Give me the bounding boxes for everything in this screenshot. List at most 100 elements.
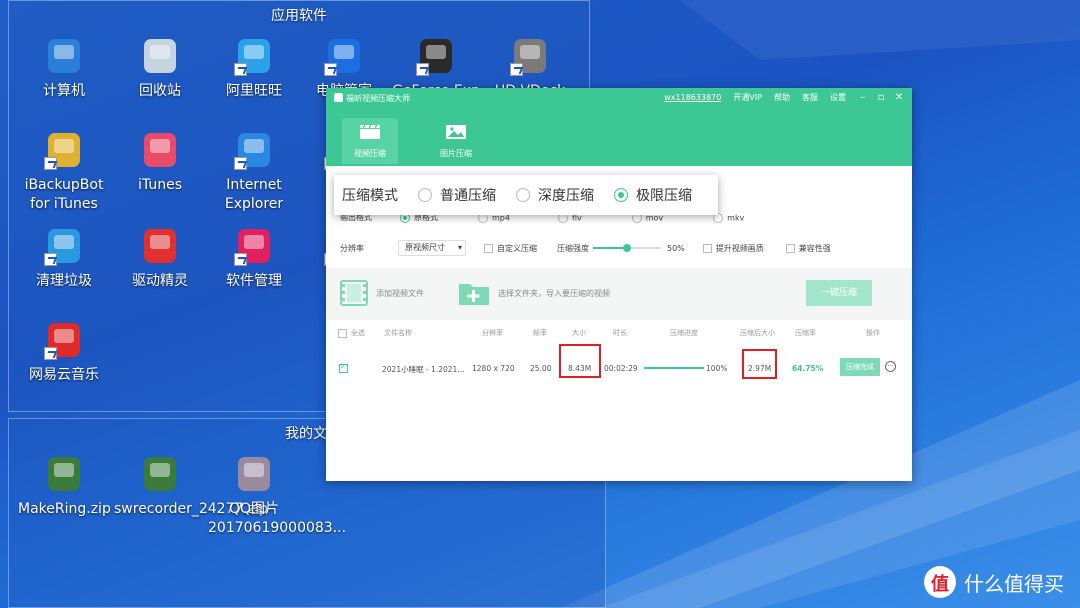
software-manager-icon: [234, 226, 274, 266]
mode-option-extreme[interactable]: 极限压缩: [614, 185, 692, 205]
nav-help[interactable]: 帮助: [774, 92, 790, 103]
nav-service[interactable]: 客服: [802, 92, 818, 103]
desktop-icon-itunes[interactable]: iTunes: [114, 130, 206, 195]
strength-slider-fill: [593, 247, 627, 249]
compress-mode-label: 压缩模式: [342, 188, 398, 204]
mode-option-normal[interactable]: 普通压缩: [418, 185, 496, 205]
fence-apps-title: 应用软件: [271, 8, 327, 24]
desktop-icon-label: iTunes: [138, 177, 182, 193]
tab-image-compress[interactable]: 图片压缩: [428, 118, 484, 164]
header-fps: 帧率: [533, 329, 547, 337]
desktop-icon-label: 阿里旺旺: [226, 83, 282, 99]
shortcut-arrow-icon: [234, 157, 247, 170]
enhance-quality-label: 提升视频画质: [715, 243, 764, 253]
highlight-original-size: [559, 344, 601, 378]
desktop-icon-label: 软件管理: [226, 273, 282, 289]
desktop-icon-software-manager[interactable]: 软件管理: [208, 226, 300, 291]
custom-compress-label: 自定义压缩: [497, 243, 537, 253]
custom-compress-checkbox[interactable]: 自定义压缩: [484, 243, 537, 254]
desktop-icon-ibackupbot[interactable]: iBackupBot for iTunes: [18, 130, 110, 214]
shortcut-arrow-icon: [44, 347, 57, 360]
desktop-icon-driver-genius[interactable]: 驱动精灵: [114, 226, 206, 291]
shortcut-arrow-icon: [416, 63, 429, 76]
desktop-icon-computer[interactable]: 计算机: [18, 36, 110, 101]
compatibility-checkbox[interactable]: 兼容性强: [785, 243, 831, 254]
more-options-icon[interactable]: ···: [885, 361, 896, 372]
maximize-icon[interactable]: ▫: [876, 92, 886, 103]
row-filename: 2021小睡眠 - 1.2021...: [382, 365, 465, 374]
app-header: 福昕视频压缩大师 wx118633870 开通VIP 帮助 客服 设置 – ▫ …: [326, 88, 912, 166]
strength-slider[interactable]: [593, 243, 661, 253]
internet-explorer-icon: [234, 130, 274, 170]
desktop-icon-label: MakeRing.zip: [18, 501, 111, 517]
desktop-icon-internet-explorer[interactable]: Internet Explorer: [208, 130, 300, 214]
strength-value: 50%: [667, 243, 685, 253]
enhance-quality-checkbox[interactable]: 提升视频画质: [702, 243, 764, 254]
mode-option-label: 深度压缩: [538, 188, 594, 204]
driver-genius-icon: [140, 226, 180, 266]
strength-slider-knob[interactable]: [623, 244, 631, 252]
app-title: 福昕视频压缩大师: [346, 94, 410, 103]
nav-settings[interactable]: 设置: [830, 92, 846, 103]
header-resolution: 分辨率: [482, 329, 503, 337]
resolution-select[interactable]: 原视频尺寸 ▾: [398, 240, 466, 256]
desktop-icon-recycle-bin[interactable]: 回收站: [114, 36, 206, 101]
add-folder-label: 选择文件夹，导入要压缩的视频: [498, 288, 610, 298]
compress-mode-popup: 压缩模式 普通压缩 深度压缩 极限压缩: [334, 175, 718, 215]
desktop-icon-qq-image[interactable]: QQ图片20170619000083...: [208, 454, 346, 538]
checkbox-icon: [484, 243, 493, 253]
row-progress-value: 100%: [706, 364, 728, 373]
desktop-icon-label: 回收站: [139, 83, 181, 99]
aliwangwang-icon: [234, 36, 274, 76]
desktop-icon-clean-junk[interactable]: 清理垃圾: [18, 226, 110, 291]
close-icon[interactable]: ✕: [894, 92, 904, 103]
watermark-logo-icon: 值: [924, 566, 956, 598]
desktop-icon-swrecorder-zip[interactable]: swrecorder_24277.zip: [114, 454, 268, 519]
shortcut-arrow-icon: [234, 253, 247, 266]
shortcut-arrow-icon: [44, 253, 57, 266]
radio-icon: [516, 188, 530, 202]
desktop-icon-label: 网易云音乐: [29, 367, 99, 383]
film-strip-icon: [340, 280, 368, 306]
minimize-icon[interactable]: –: [858, 92, 868, 103]
desktop-icon-netease-music[interactable]: 网易云音乐: [18, 320, 110, 385]
shortcut-arrow-icon: [44, 157, 57, 170]
row-checkbox[interactable]: [339, 362, 348, 373]
resolution-label: 分辨率: [340, 243, 364, 253]
geforce-experience-icon: [416, 36, 456, 76]
file-toolbar: 添加视频文件 选择文件夹，导入要压缩的视频 一键压缩: [326, 268, 912, 320]
header-duration: 时长: [613, 329, 627, 337]
ibackupbot-icon: [44, 130, 84, 170]
radio-icon: [614, 188, 628, 202]
user-account-link[interactable]: wx118633870: [664, 93, 721, 102]
tab-video-compress[interactable]: 视频压缩: [342, 118, 398, 164]
header-select-all: 全选: [351, 329, 365, 337]
chevron-down-icon: ▾: [457, 243, 462, 252]
shortcut-arrow-icon: [510, 63, 523, 76]
desktop-icon-aliwangwang[interactable]: 阿里旺旺: [208, 36, 300, 101]
row-progress-bar: [644, 367, 704, 369]
mode-option-deep[interactable]: 深度压缩: [516, 185, 594, 205]
add-video-button[interactable]: 添加视频文件: [340, 280, 424, 306]
select-all-checkbox[interactable]: 全选: [338, 328, 365, 338]
swrecorder-zip-icon: [140, 454, 180, 494]
row-status-button[interactable]: 压缩完成: [840, 358, 880, 376]
row-rate: 64.75%: [792, 364, 824, 373]
add-video-label: 添加视频文件: [376, 288, 424, 298]
mode-option-label: 极限压缩: [636, 188, 692, 204]
header-progress: 压缩进度: [670, 329, 698, 337]
mode-option-label: 普通压缩: [440, 188, 496, 204]
shortcut-arrow-icon: [324, 63, 337, 76]
desktop-icon-makering-zip[interactable]: MakeRing.zip: [18, 454, 111, 519]
row-duration: 00:02:29: [604, 364, 638, 373]
recycle-bin-icon: [140, 36, 180, 76]
one-click-compress-button[interactable]: 一键压缩: [806, 280, 872, 306]
checkbox-icon: [702, 243, 712, 253]
nav-vip[interactable]: 开通VIP: [733, 92, 762, 103]
folder-add-icon: [459, 284, 489, 305]
qq-image-icon: [234, 454, 274, 494]
header-filename: 文件名称: [384, 329, 412, 337]
watermark-logo-char: 值: [931, 574, 949, 595]
header-rate: 压缩率: [795, 329, 816, 337]
add-folder-button[interactable]: 选择文件夹，导入要压缩的视频: [458, 280, 610, 306]
